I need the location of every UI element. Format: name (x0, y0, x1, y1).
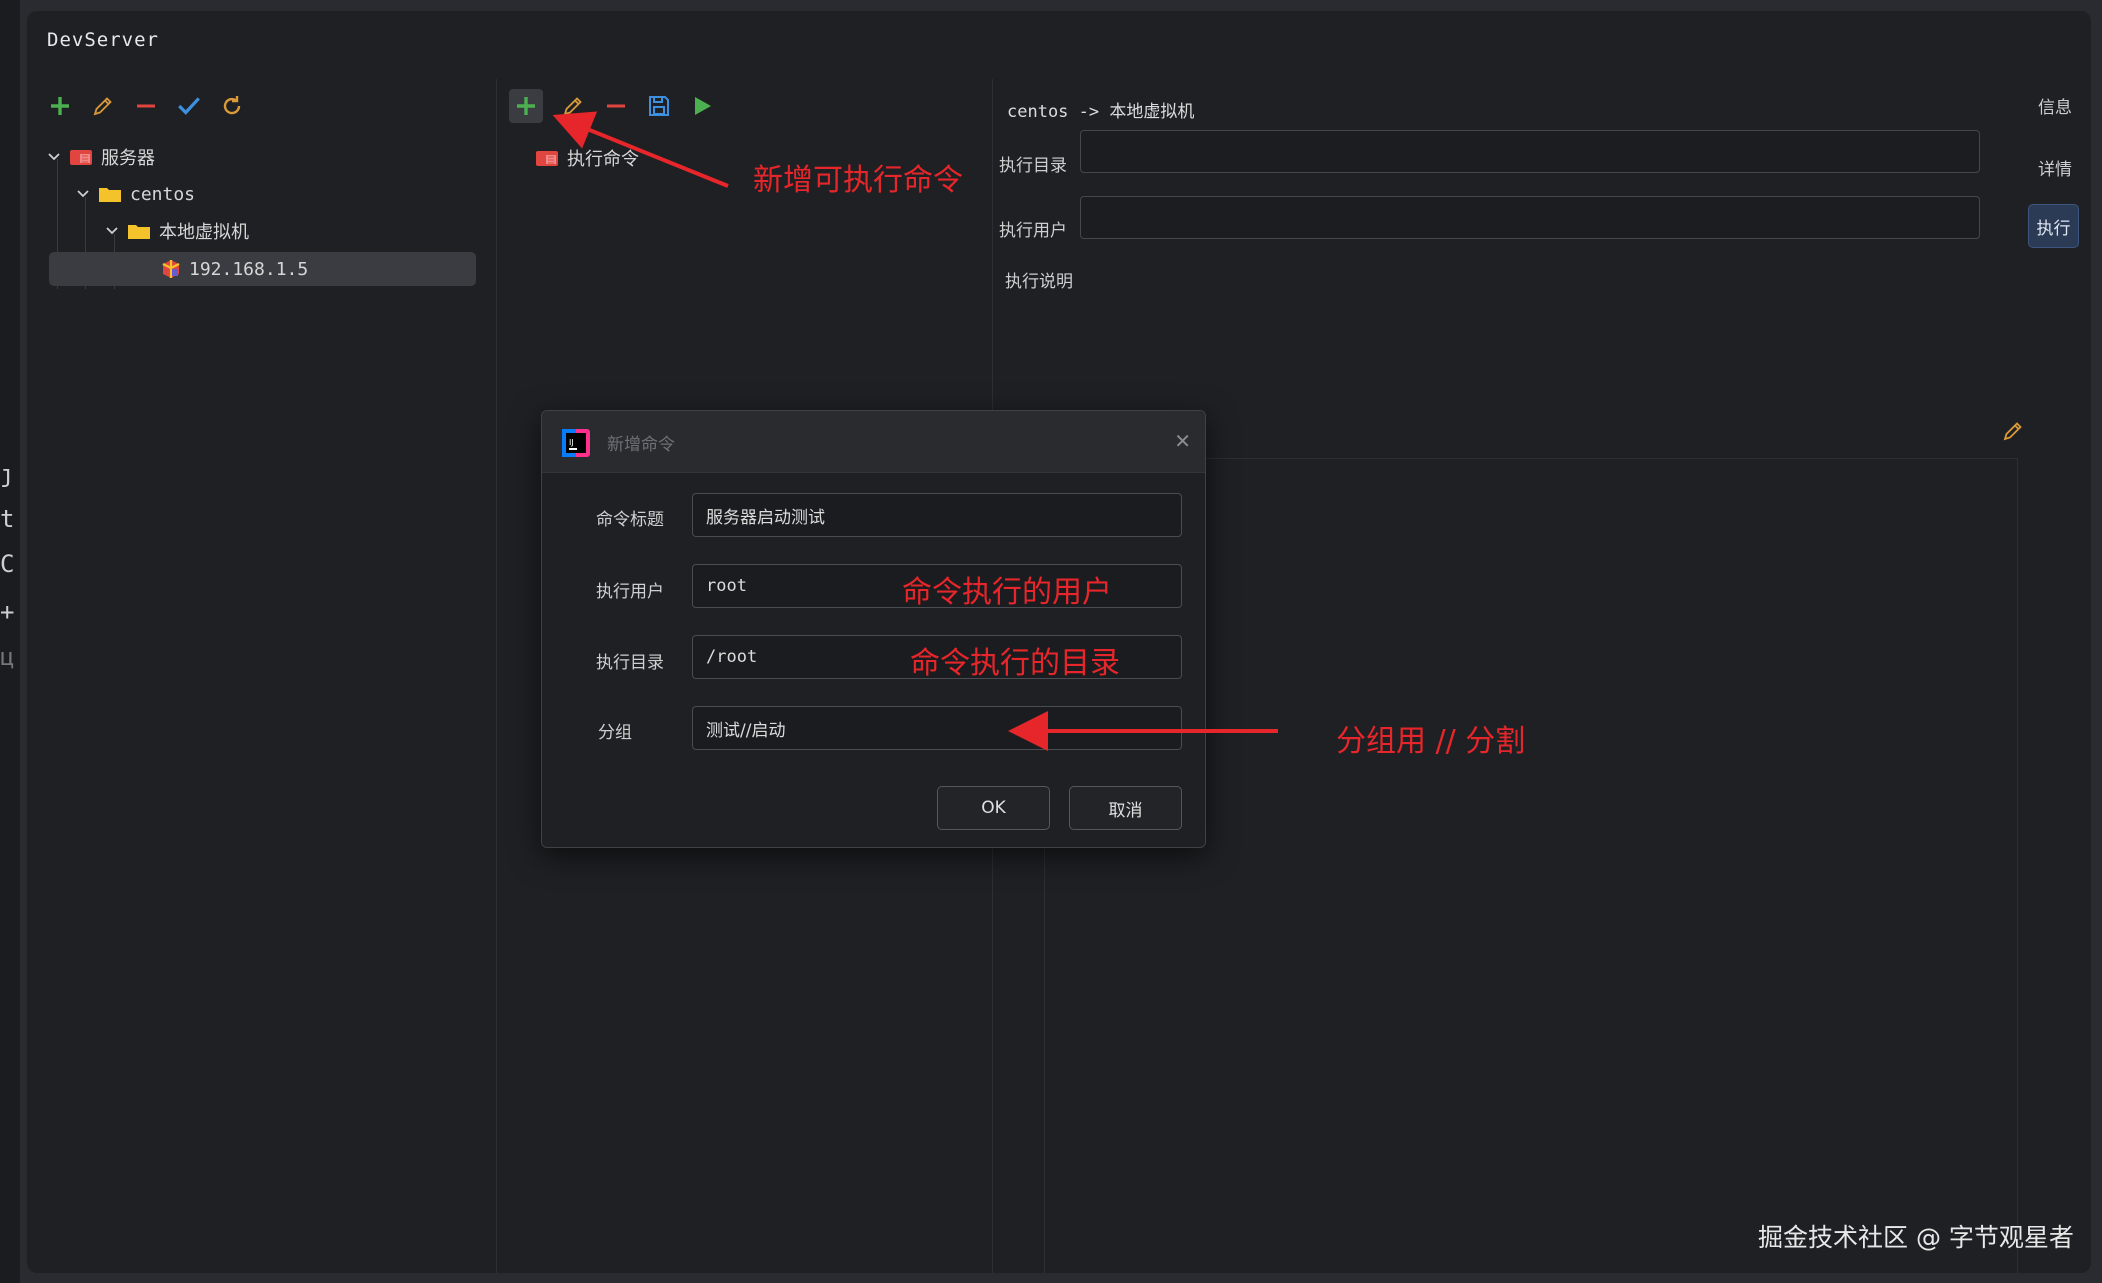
annotation-exec-dir: 命令执行的目录 (910, 646, 1120, 681)
arrow-to-add-button (552, 111, 729, 188)
annotation-group: 分组用 // 分割 (1336, 724, 1526, 759)
annotation-exec-user: 命令执行的用户 (902, 575, 1112, 610)
annotation-add-command: 新增可执行命令 (753, 163, 963, 198)
watermark: 掘金技术社区 @ 字节观星者 (1758, 1223, 2074, 1252)
